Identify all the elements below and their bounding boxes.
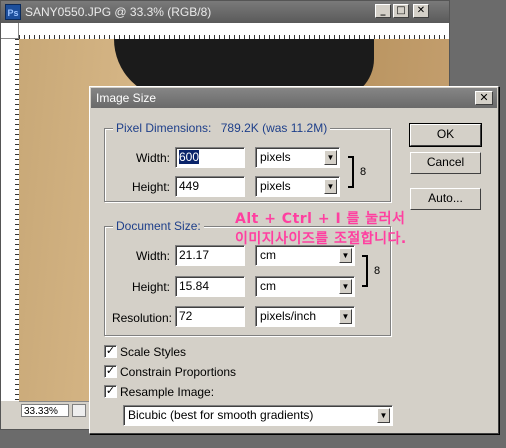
doc-height-unit-select[interactable]: cm ▼ [255, 276, 355, 297]
pixel-dimensions-legend: Pixel Dimensions: 789.2K (was 11.2M) [113, 121, 331, 135]
chevron-down-icon[interactable]: ▼ [339, 248, 352, 263]
ok-button[interactable]: OK [409, 123, 482, 147]
chain-link-icon: 8 [360, 166, 367, 178]
minimize-button[interactable]: _ [375, 4, 391, 18]
constrain-proportions-checkbox[interactable]: ✓ [104, 365, 117, 379]
scale-styles-option[interactable]: ✓ Scale Styles [104, 344, 186, 360]
chain-link-icon: 8 [374, 265, 381, 277]
horizontal-ruler[interactable] [19, 23, 449, 40]
dialog-titlebar[interactable]: Image Size ✕ [91, 88, 497, 108]
doc-height-input[interactable]: 15.84 [175, 276, 245, 297]
cancel-button[interactable]: Cancel [410, 152, 481, 174]
vertical-ruler[interactable] [1, 39, 20, 401]
constrain-proportions-option[interactable]: ✓ Constrain Proportions [104, 364, 236, 380]
close-button[interactable]: ✕ [413, 4, 429, 18]
resolution-unit-select[interactable]: pixels/inch ▼ [255, 306, 355, 327]
pixel-height-input[interactable]: 449 [175, 176, 245, 197]
status-info-icon[interactable] [72, 404, 86, 417]
scale-styles-checkbox[interactable]: ✓ [104, 345, 117, 359]
pixel-height-unit-select[interactable]: pixels ▼ [255, 176, 340, 197]
ruler-corner[interactable] [1, 23, 19, 39]
doc-width-unit-select[interactable]: cm ▼ [255, 245, 355, 266]
photoshop-icon: Ps [5, 4, 21, 20]
pixel-width-label: Width: [135, 151, 170, 165]
pixel-height-label: Height: [131, 180, 170, 194]
constrain-proportions-label: Constrain Proportions [120, 364, 237, 379]
chevron-down-icon[interactable]: ▼ [377, 408, 390, 423]
chevron-down-icon[interactable]: ▼ [324, 150, 337, 165]
doc-height-label: Height: [131, 280, 170, 294]
chevron-down-icon[interactable]: ▼ [339, 309, 352, 324]
pixel-width-input[interactable]: 600 [175, 147, 245, 168]
resample-image-label: Resample Image: [120, 384, 215, 399]
zoom-field[interactable]: 33.33% [21, 404, 69, 417]
doc-link-bracket [362, 255, 368, 287]
dialog-title: Image Size [96, 91, 157, 105]
document-titlebar[interactable]: Ps SANY0550.JPG @ 33.3% (RGB/8) _ □ ✕ [1, 1, 449, 23]
pixel-dimensions-label: Pixel Dimensions: [116, 121, 212, 135]
annotation-line2: 이미지사이즈를 조절합니다. [235, 231, 407, 247]
maximize-button[interactable]: □ [393, 4, 409, 18]
image-size-dialog: Image Size ✕ Pixel Dimensions: 789.2K (w… [89, 86, 499, 434]
chevron-down-icon[interactable]: ▼ [324, 179, 337, 194]
document-size-label: Document Size: [113, 219, 204, 233]
scale-styles-label: Scale Styles [120, 344, 187, 359]
chevron-down-icon[interactable]: ▼ [339, 279, 352, 294]
pixel-link-bracket [348, 156, 354, 188]
document-title: SANY0550.JPG @ 33.3% (RGB/8) [25, 5, 212, 19]
resample-image-option[interactable]: ✓ Resample Image: [104, 384, 214, 400]
auto-button[interactable]: Auto... [410, 188, 481, 210]
resolution-input[interactable]: 72 [175, 306, 245, 327]
resample-image-checkbox[interactable]: ✓ [104, 385, 117, 399]
resample-method-select[interactable]: Bicubic (best for smooth gradients) ▼ [123, 405, 393, 426]
resolution-label: Resolution: [111, 311, 172, 325]
pixel-dimensions-size: 789.2K (was 11.2M) [220, 121, 328, 135]
pixel-width-unit-select[interactable]: pixels ▼ [255, 147, 340, 168]
doc-width-input[interactable]: 21.17 [175, 245, 245, 266]
doc-width-label: Width: [135, 249, 170, 263]
annotation-line1: Alt + Ctrl + I 를 눌러서 [235, 211, 406, 227]
dialog-close-button[interactable]: ✕ [475, 91, 493, 105]
